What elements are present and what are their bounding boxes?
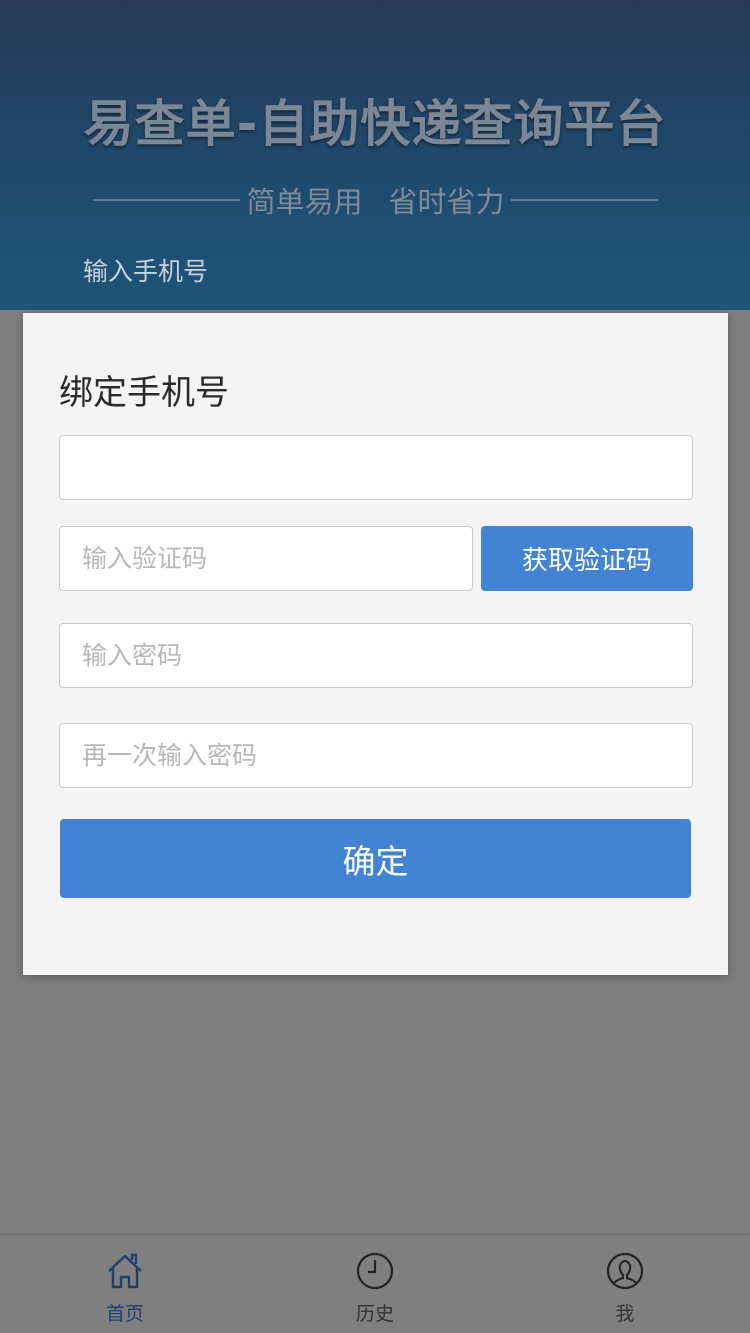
verification-code-field[interactable] [59,526,473,591]
banner-title: 易查单-自助快递查询平台 [83,95,667,153]
page: 易查单-自助快递查询平台 简单易用省时省力 输入手机号 绑定手机号 获取验证码 … [0,0,750,1333]
banner-subtitle-row: 简单易用 省时省力 [93,178,658,222]
subtitle-left: 简单易用 [246,185,363,219]
divider-line-left [93,199,241,201]
divider-line-right [510,199,658,201]
confirm-button[interactable]: 确定 [60,819,691,898]
tab-label-me: 我 [615,1303,635,1325]
tab-history[interactable]: 历史 [250,1235,500,1333]
bottom-tab-bar: 首页 历史 我 [0,1234,750,1333]
dialog-title: 绑定手机号 [59,373,229,413]
subtitle-right: 省时省力 [388,185,505,219]
password-confirm-field[interactable] [59,723,693,788]
home-icon [105,1251,145,1295]
password-field[interactable] [59,623,693,688]
phone-input-label: 输入手机号 [83,257,209,286]
bind-phone-dialog: 绑定手机号 获取验证码 确定 [23,313,728,975]
tab-label-history: 历史 [355,1303,394,1325]
tab-label-home: 首页 [105,1303,144,1325]
get-code-button[interactable]: 获取验证码 [481,526,693,591]
tab-home[interactable]: 首页 [0,1235,250,1333]
user-icon [605,1251,645,1295]
banner-subtitle: 简单易用 省时省力 [240,179,510,221]
clock-icon [355,1251,395,1295]
phone-field[interactable] [59,435,693,500]
tab-me[interactable]: 我 [500,1235,750,1333]
header-banner: 易查单-自助快递查询平台 简单易用 省时省力 输入手机号 [0,0,750,310]
